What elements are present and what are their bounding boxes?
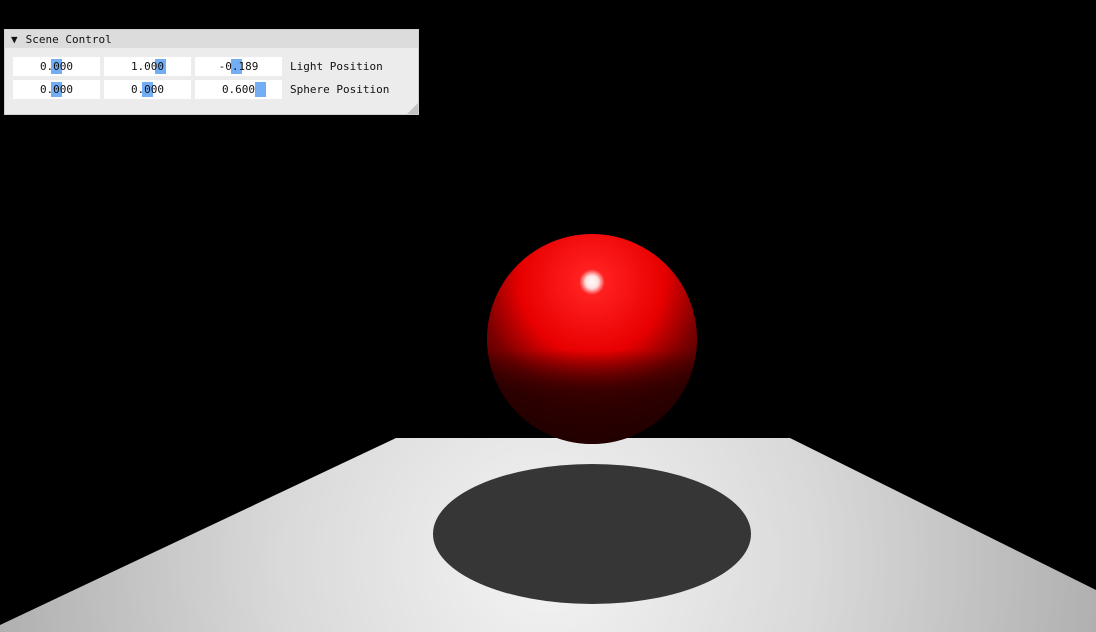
sphere-position-z-slider[interactable]: 0.600 [195,80,282,99]
panel-title-bar[interactable]: ▼ Scene Control [5,30,418,48]
slider-value: 0.000 [130,83,165,96]
sphere-position-row: 0.000 0.000 0.600 Sphere Position [13,80,389,99]
sphere-position-y-slider[interactable]: 0.000 [104,80,191,99]
sphere-position-x-slider[interactable]: 0.000 [13,80,100,99]
slider-value: 1.000 [130,60,165,73]
slider-value: -0.189 [218,60,259,73]
triangle-down-icon[interactable]: ▼ [11,34,18,45]
light-position-z-slider[interactable]: -0.189 [195,57,282,76]
sphere-lower-shade [487,234,697,444]
light-position-label: Light Position [290,60,383,73]
light-position-row: 0.000 1.000 -0.189 Light Position [13,57,383,76]
scene-control-panel[interactable]: ▼ Scene Control 0.000 1.000 -0.189 Light… [4,29,419,115]
slider-value: 0.000 [39,60,74,73]
slider-value: 0.000 [39,83,74,96]
resize-grip-icon[interactable] [407,103,418,114]
panel-title: Scene Control [25,32,112,46]
sphere-position-label: Sphere Position [290,83,390,96]
slider-value: 0.600 [221,83,256,96]
light-position-y-slider[interactable]: 1.000 [104,57,191,76]
sphere-shadow [433,464,751,604]
light-position-x-slider[interactable]: 0.000 [13,57,100,76]
